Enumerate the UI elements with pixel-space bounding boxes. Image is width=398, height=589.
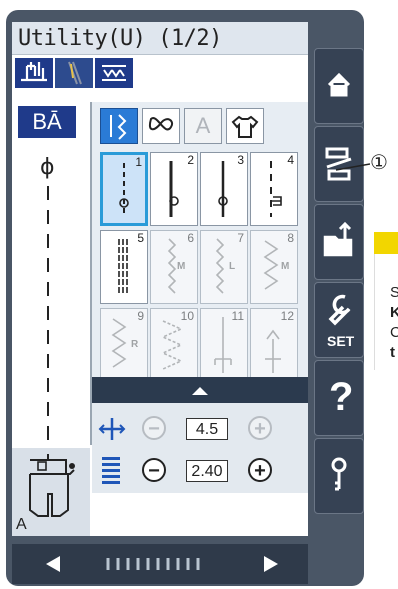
stitch-number: 10 <box>180 309 194 323</box>
help-button[interactable]: ? <box>314 360 364 436</box>
stitch-2[interactable]: 2 <box>150 152 198 226</box>
stitch-number: 2 <box>187 153 194 167</box>
stitch-6[interactable]: 6 M <box>150 230 198 304</box>
stitch-length-icon <box>102 457 120 484</box>
stitch-5[interactable]: 5 <box>100 230 148 304</box>
stitch-1[interactable]: 1 <box>100 152 148 226</box>
arrow-left-icon[interactable] <box>42 554 66 574</box>
home-icon <box>327 72 351 97</box>
set-button[interactable]: SET <box>314 282 364 358</box>
thread-tension-icon[interactable] <box>94 57 134 89</box>
stitch-number: 1 <box>135 155 142 169</box>
help-icon: ? <box>329 375 354 419</box>
touch-screen: Utility(U) (1/2) BĀ ɸ A 1 2 3 4 5 6 M 7 … <box>12 22 308 536</box>
tab-letters: A <box>184 108 222 144</box>
tab-decorative[interactable] <box>142 108 180 144</box>
mirror-b-button[interactable]: BĀ <box>18 106 76 138</box>
set-wrench-icon <box>328 294 351 326</box>
width-minus-button[interactable]: − <box>142 416 166 440</box>
page-scroll-indicator <box>106 558 200 570</box>
caution-icon <box>374 232 398 254</box>
needle-icon <box>54 57 94 89</box>
width-plus-button[interactable]: + <box>248 416 272 440</box>
stitch-11[interactable]: 11 <box>200 308 248 382</box>
foot-label: A <box>16 516 27 533</box>
length-plus-button[interactable]: + <box>248 458 272 482</box>
note-letter: t <box>390 344 395 361</box>
note-letter: K <box>390 304 398 321</box>
note-letter: S <box>390 284 398 301</box>
tab-garment[interactable] <box>226 108 264 144</box>
stitch-grid-area: A 1 2 3 4 5 6 M 7 L 8 M 9 R 10 11 12 <box>92 102 308 382</box>
tab-utility[interactable] <box>100 108 138 144</box>
page-up-bar[interactable] <box>92 377 308 403</box>
stitch-number: 5 <box>137 231 144 245</box>
set-label: SET <box>327 333 355 349</box>
home-button[interactable] <box>314 48 364 124</box>
presser-foot-a-icon <box>29 454 75 517</box>
stitch-number: 12 <box>280 309 294 323</box>
stitch-mark: M <box>281 261 290 272</box>
page-title: Utility(U) (1/2) <box>18 26 222 51</box>
file-button[interactable] <box>314 204 364 280</box>
folder-upload-icon <box>323 221 353 257</box>
svg-text:ɸ: ɸ <box>40 155 55 180</box>
length-minus-button[interactable]: − <box>142 458 166 482</box>
stitch-number: 11 <box>231 309 244 323</box>
stitch-number: 3 <box>237 153 244 167</box>
tension-glyph <box>102 65 126 81</box>
stitch-number: 8 <box>287 231 294 245</box>
arrow-right-icon[interactable] <box>258 554 282 574</box>
page-navigation-bar <box>12 544 308 584</box>
decorative-tab-icon <box>149 117 173 131</box>
triangle-up-icon <box>192 387 208 395</box>
stitch-number: 9 <box>137 309 144 323</box>
stitch-width-icon <box>98 418 126 440</box>
callout-leader-line <box>335 163 370 171</box>
stitch-number: 6 <box>187 231 194 245</box>
stitch-settings: − 4.5 + − 2.40 + <box>92 403 308 493</box>
utility-tab-icon <box>110 114 127 140</box>
key-icon <box>331 457 347 491</box>
letter-a-icon: A <box>195 113 211 138</box>
note-letter: C <box>390 324 398 341</box>
stitch-10[interactable]: 10 <box>150 308 198 382</box>
width-value: 4.5 <box>186 418 228 440</box>
stitch-preview-column: BĀ ɸ <box>12 102 92 445</box>
stitch-4[interactable]: 4 <box>250 152 298 226</box>
needle-glyph <box>68 61 82 85</box>
stitch-9[interactable]: 9 R <box>100 308 148 382</box>
presser-foot-glyph <box>21 62 47 82</box>
shirt-icon <box>231 115 259 138</box>
presser-foot-display: A <box>12 448 90 536</box>
stitch-mark: M <box>177 261 186 272</box>
lock-button[interactable] <box>314 438 364 514</box>
stitch-number: 7 <box>237 231 244 245</box>
stitch-mark: L <box>229 261 236 272</box>
stitch-12[interactable]: 12 <box>250 308 298 382</box>
callout-number: ① <box>370 152 388 174</box>
length-value: 2.40 <box>186 460 228 482</box>
presser-foot-icon[interactable] <box>14 57 54 89</box>
stitch-preview: ɸ <box>40 155 55 442</box>
stitch-7[interactable]: 7 L <box>200 230 248 304</box>
title-bar: Utility(U) (1/2) <box>12 22 308 55</box>
stitch-mark: R <box>131 339 139 350</box>
stitch-number: 4 <box>287 153 294 167</box>
stitch-3[interactable]: 3 <box>200 152 248 226</box>
stitch-8[interactable]: 8 M <box>250 230 298 304</box>
